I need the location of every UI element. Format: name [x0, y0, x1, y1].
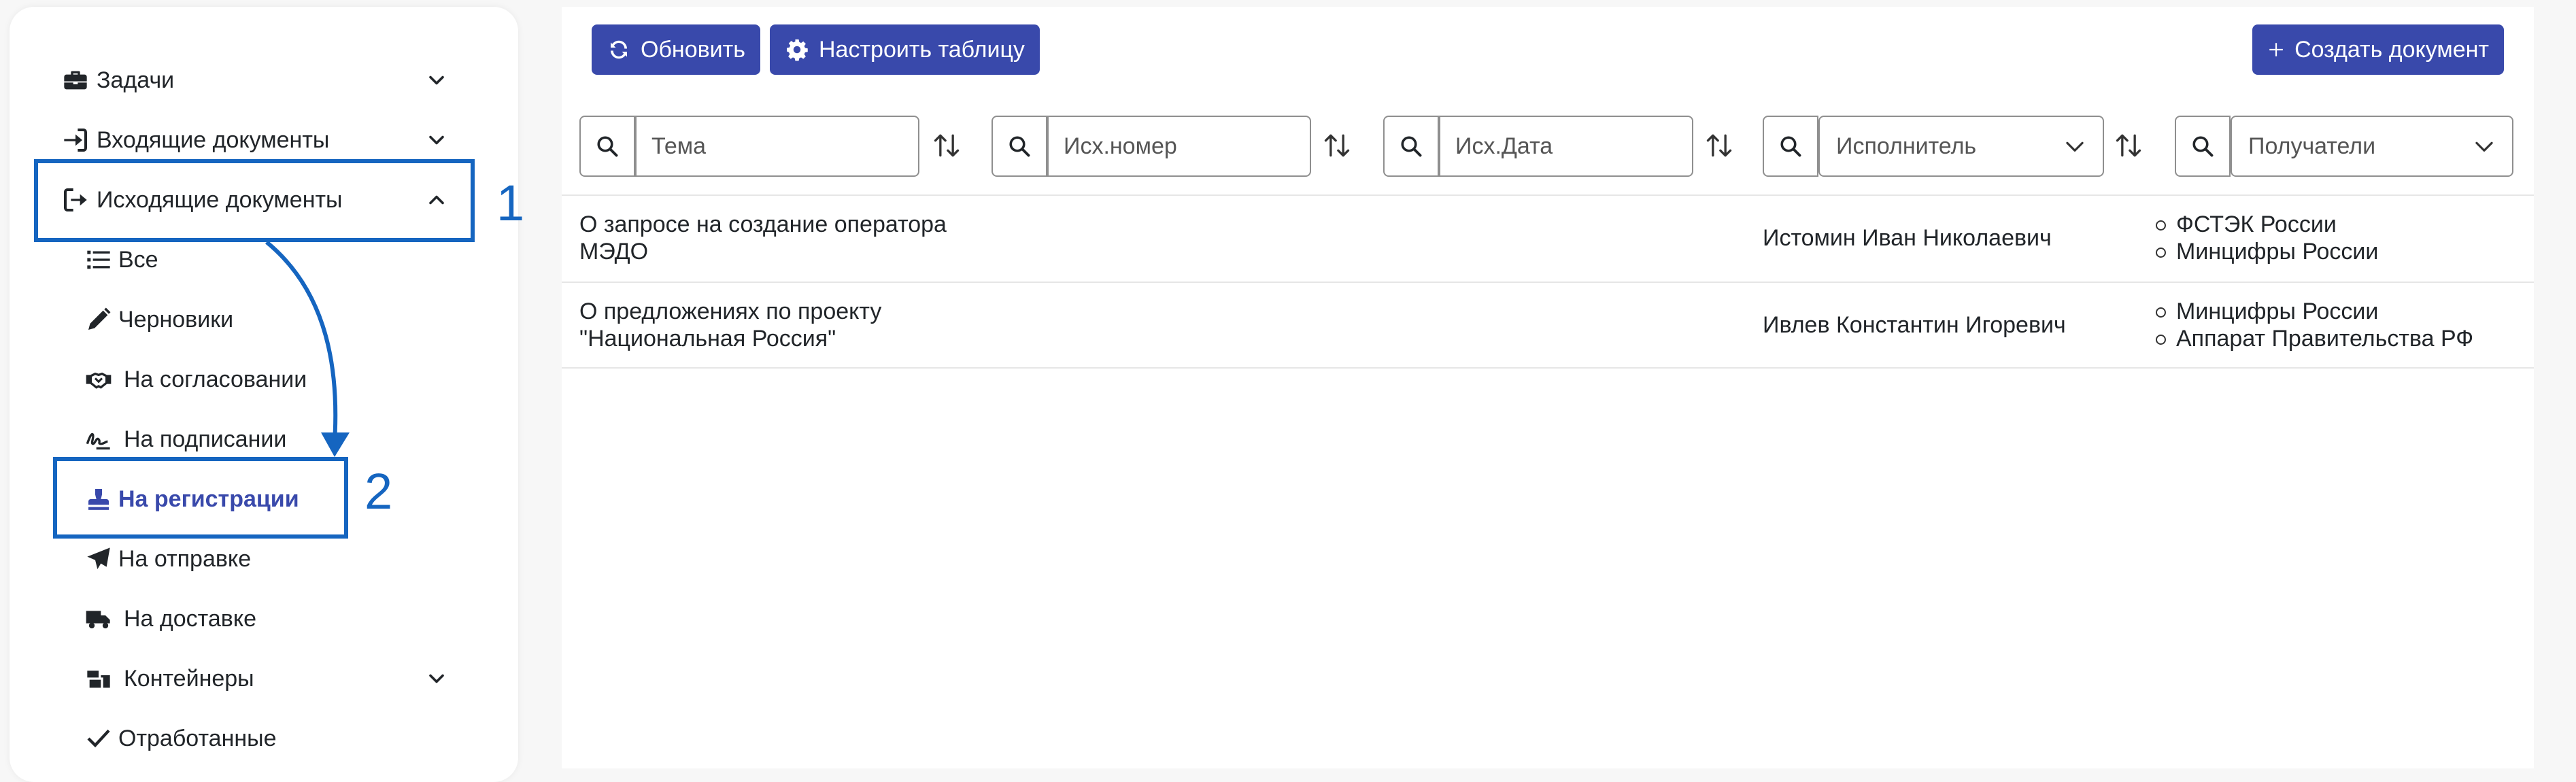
annotation-arrow — [265, 240, 350, 457]
